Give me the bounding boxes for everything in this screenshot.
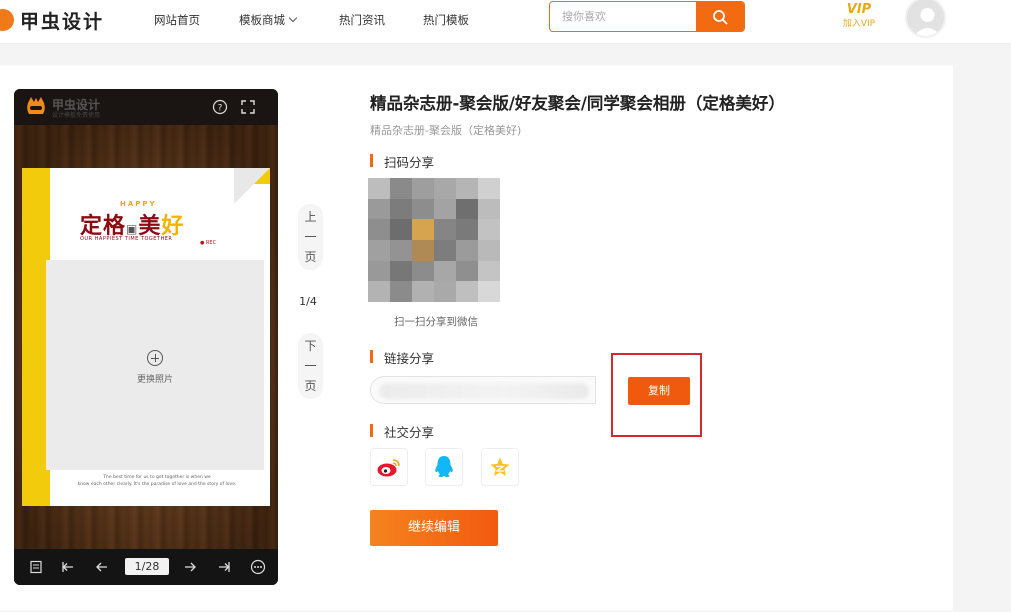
qq-icon bbox=[435, 456, 453, 477]
share-weibo-button[interactable] bbox=[370, 448, 408, 486]
logo-text: 甲虫设计 bbox=[20, 10, 105, 33]
next-page-button[interactable] bbox=[182, 559, 198, 575]
rec-mark: ● REC bbox=[200, 240, 217, 246]
search-button[interactable] bbox=[696, 2, 744, 31]
previous-page-button[interactable] bbox=[94, 559, 110, 575]
link-share-heading: 链接分享 bbox=[370, 348, 434, 367]
add-photo-icon bbox=[147, 350, 163, 366]
chevron-down-icon bbox=[288, 13, 298, 23]
user-avatar[interactable] bbox=[905, 0, 946, 38]
pager-previous[interactable]: 上 一 页 bbox=[298, 204, 323, 270]
nav-hot-templates[interactable]: 热门模板 bbox=[423, 12, 469, 28]
page-happy: HAPPY bbox=[120, 200, 157, 208]
album-page: HAPPY 定格▣美好 OUR HAPPIEST TIME TOGETHER ●… bbox=[22, 168, 270, 506]
search-box bbox=[549, 1, 745, 32]
catalog-icon bbox=[30, 560, 42, 574]
share-qq-button[interactable] bbox=[425, 448, 463, 486]
catalog-button[interactable] bbox=[28, 559, 44, 575]
page-curl[interactable] bbox=[234, 168, 270, 204]
preview-topbar: 甲虫设计 设计模板免费使用 ? bbox=[14, 89, 278, 125]
photo-label: 更换照片 bbox=[136, 375, 173, 385]
qr-code bbox=[368, 178, 500, 302]
vip-label: 加入VIP bbox=[842, 19, 876, 29]
arrow-left-icon bbox=[96, 562, 107, 572]
last-page-button[interactable] bbox=[216, 559, 232, 575]
nav-template-store[interactable]: 模板商城 bbox=[239, 12, 298, 28]
arrow-right-icon bbox=[185, 562, 196, 572]
site-logo[interactable]: 甲虫设计 bbox=[0, 6, 104, 34]
share-qzone-button[interactable] bbox=[481, 448, 519, 486]
search-icon bbox=[713, 9, 728, 24]
join-vip[interactable]: VIP 加入VIP bbox=[836, 2, 882, 34]
phone-preview: 甲虫设计 设计模板免费使用 ? HAPPY 定格▣美好 OUR HAPPIEST… bbox=[14, 89, 278, 585]
help-icon[interactable]: ? bbox=[212, 99, 228, 115]
svg-text:?: ? bbox=[218, 104, 223, 114]
beetle-logo-icon bbox=[27, 97, 45, 114]
vip-crown-icon: VIP bbox=[846, 2, 872, 17]
pager-count: 1/4 bbox=[299, 295, 317, 308]
page-counter: 1/28 bbox=[125, 558, 169, 575]
pager-next[interactable]: 下 一 页 bbox=[298, 333, 323, 399]
qr-caption: 扫一扫分享到微信 bbox=[394, 316, 478, 328]
preview-logo-sub: 设计模板免费使用 bbox=[52, 112, 101, 119]
highlight-box bbox=[611, 353, 702, 437]
photo-placeholder[interactable]: 更换照片 bbox=[46, 260, 264, 470]
continue-edit-button[interactable]: 继续编辑 bbox=[370, 510, 498, 546]
first-page-button[interactable] bbox=[60, 559, 76, 575]
qzone-icon bbox=[490, 457, 510, 476]
share-link-field[interactable] bbox=[370, 376, 596, 404]
beetle-logo-icon bbox=[0, 9, 14, 31]
weibo-icon bbox=[377, 459, 400, 477]
more-button[interactable] bbox=[250, 559, 266, 575]
template-title: 精品杂志册-聚会版/好友聚会/同学聚会相册（定格美好） bbox=[370, 94, 785, 113]
more-icon bbox=[250, 559, 266, 575]
search-input[interactable] bbox=[550, 2, 698, 31]
social-share-heading: 社交分享 bbox=[370, 422, 434, 441]
page-subtitle: OUR HAPPIEST TIME TOGETHER bbox=[80, 236, 173, 242]
nav-hot-news[interactable]: 热门资讯 bbox=[339, 12, 385, 28]
nav-template-store-label: 模板商城 bbox=[239, 13, 285, 27]
template-subtitle: 精品杂志册-聚会版（定格美好) bbox=[370, 124, 522, 137]
preview-toolbar: 1/28 bbox=[14, 549, 278, 585]
last-page-icon bbox=[219, 562, 230, 572]
fullscreen-icon[interactable] bbox=[240, 99, 256, 115]
top-header: 甲虫设计 网站首页 模板商城 热门资讯 热门模板 VIP 加入VIP bbox=[0, 0, 1011, 44]
qr-share-heading: 扫码分享 bbox=[370, 152, 434, 171]
user-icon bbox=[913, 8, 942, 36]
nav-home[interactable]: 网站首页 bbox=[154, 12, 200, 28]
first-page-icon bbox=[62, 562, 73, 572]
page-footer-text: The best time for us to get together is … bbox=[77, 475, 237, 487]
